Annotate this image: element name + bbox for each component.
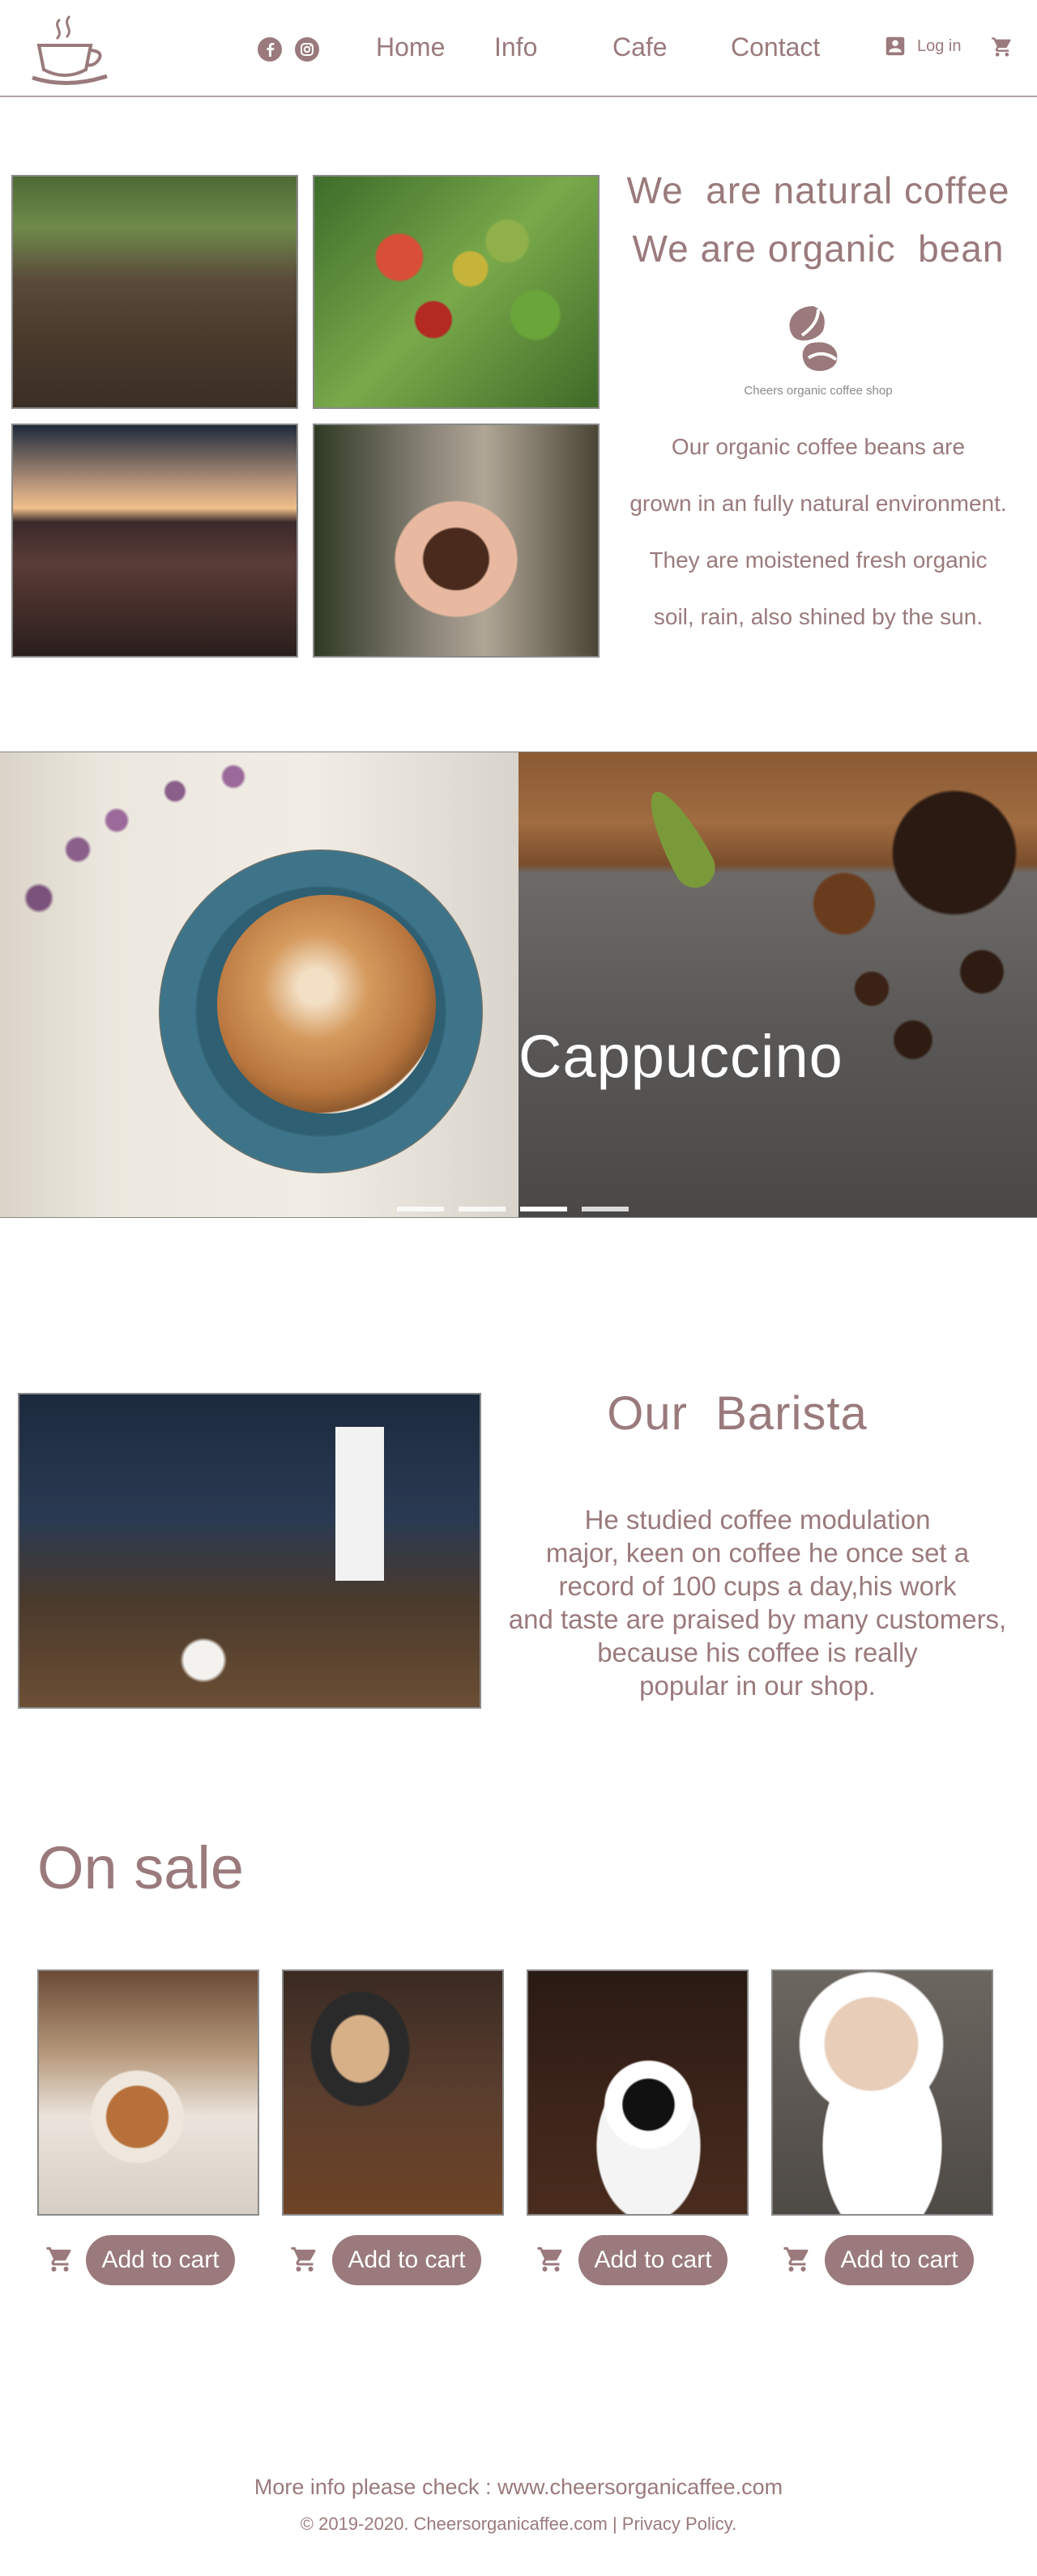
barista-title: Our Barista <box>607 1387 868 1440</box>
barista-paragraph-line: because his coffee is really <box>597 1637 918 1667</box>
carousel-indicator[interactable] <box>582 1207 629 1211</box>
login-button[interactable]: Log in <box>883 32 962 60</box>
intro-paragraph-line: soil, rain, also shined by the sun. <box>653 604 984 629</box>
carousel-slide-title: Cappuccino <box>518 1023 843 1090</box>
shopping-cart-icon[interactable] <box>290 2245 319 2274</box>
hero-carousel[interactable] <box>0 752 1037 1218</box>
coffee-cherries-photo <box>313 175 600 409</box>
carousel-indicator[interactable] <box>459 1207 506 1211</box>
footer-more-info[interactable]: More info please check : www.cheersorgan… <box>0 2475 1037 2500</box>
coffee-cup-logo-icon[interactable] <box>28 11 112 92</box>
drying-beans-sunset-photo <box>11 424 298 658</box>
intro-headline-2: We are organic bean <box>632 228 1005 270</box>
facebook-icon[interactable] <box>258 37 282 62</box>
intro-paragraph-line: They are moistened fresh organic <box>649 547 988 573</box>
shop-caption: Cheers organic coffee shop <box>744 384 893 398</box>
shopping-cart-icon[interactable] <box>783 2245 812 2274</box>
nav-cafe[interactable]: Cafe <box>612 32 668 62</box>
add-to-cart-button[interactable]: Add to cart <box>578 2235 728 2285</box>
instagram-icon[interactable] <box>295 37 319 62</box>
barista-pouring-milk-photo <box>18 1393 481 1709</box>
shopping-cart-icon[interactable] <box>45 2245 75 2274</box>
on-sale-title: On sale <box>37 1834 245 1901</box>
cappuccino-cup-photo <box>0 752 518 1217</box>
product-image[interactable] <box>527 1969 749 2216</box>
hands-holding-beans-photo <box>313 424 600 658</box>
copyright-text: © 2019-2020. Cheersorganicaffee.com <box>300 2514 608 2534</box>
barista-paragraph-line: record of 100 cups a day,his work <box>558 1571 957 1601</box>
carousel-indicator[interactable] <box>397 1207 444 1211</box>
coffee-bean-logo-icon <box>789 306 838 372</box>
privacy-policy-link[interactable]: Privacy Policy. <box>622 2514 736 2534</box>
barista-paragraph-line: and taste are praised by many customers, <box>508 1604 1007 1634</box>
account-box-icon <box>886 36 905 56</box>
nav-contact[interactable]: Contact <box>731 32 820 62</box>
leaf-decoration <box>637 782 723 896</box>
product-image[interactable] <box>282 1969 504 2216</box>
intro-paragraph-line: Our organic coffee beans are <box>671 434 966 459</box>
barista-paragraph-line: popular in our shop. <box>639 1671 876 1701</box>
login-label: Log in <box>917 36 962 55</box>
add-to-cart-button[interactable]: Add to cart <box>825 2235 974 2285</box>
coffee-beans-board-photo <box>518 752 1037 1217</box>
shopping-cart-icon[interactable] <box>990 36 1014 58</box>
footer-separator: | <box>612 2514 617 2534</box>
barista-paragraph-line: major, keen on coffee he once set a <box>545 1538 970 1568</box>
product-image[interactable] <box>37 1969 259 2216</box>
nav-info[interactable]: Info <box>494 32 537 62</box>
add-to-cart-button[interactable]: Add to cart <box>86 2235 235 2285</box>
coffee-seedlings-photo <box>11 175 298 409</box>
cappuccino-crema <box>217 895 436 1113</box>
add-to-cart-button[interactable]: Add to cart <box>332 2235 481 2285</box>
carousel-indicator-active[interactable] <box>520 1207 567 1211</box>
footer-legal: © 2019-2020. Cheersorganicaffee.com | Pr… <box>0 2514 1037 2535</box>
site-header: Home Info Cafe Contact Log in <box>0 0 1037 97</box>
intro-headline-1: We are natural coffee <box>626 169 1010 211</box>
shopping-cart-icon[interactable] <box>536 2245 565 2274</box>
intro-paragraph-line: grown in an fully natural environment. <box>629 491 1007 516</box>
nav-home[interactable]: Home <box>376 32 445 62</box>
product-image[interactable] <box>771 1969 993 2216</box>
barista-paragraph-line: He studied coffee modulation <box>584 1505 931 1535</box>
